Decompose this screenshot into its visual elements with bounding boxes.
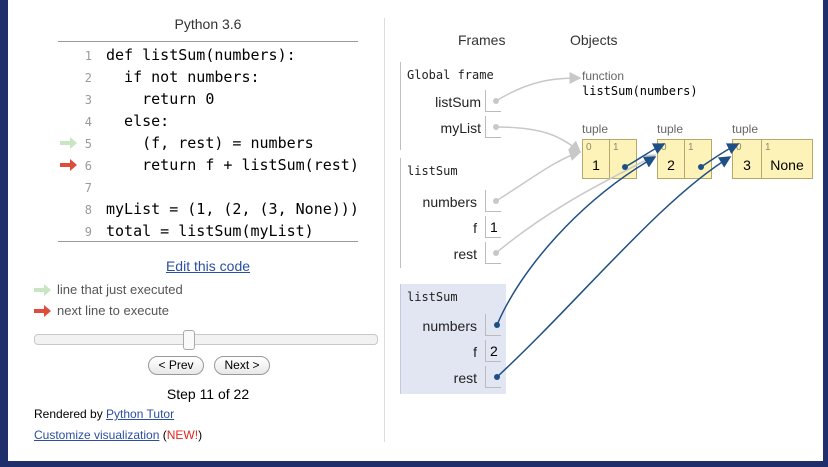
code-line-9: 9 total = listSum(myList) bbox=[58, 221, 358, 243]
code-line-3: 3 return 0 bbox=[58, 89, 358, 111]
code-line-4: 4 else: bbox=[58, 111, 358, 133]
var-value-numbers bbox=[485, 314, 501, 336]
code-bottom-divider bbox=[58, 241, 358, 242]
tuple-3-cell-1: 1 None bbox=[761, 139, 813, 179]
line-number: 4 bbox=[84, 115, 92, 129]
code-top-divider bbox=[58, 41, 358, 42]
var-name-myList: myList bbox=[440, 120, 481, 136]
code-line-8: 8 myList = (1, (2, (3, None))) bbox=[58, 199, 359, 221]
listsum-frame-1: listSum numbers f 1 rest bbox=[400, 158, 506, 268]
pointer-listSum-to-function bbox=[493, 72, 582, 104]
var-name-rest: rest bbox=[453, 370, 477, 386]
code-line-5: 5 (f, rest) = numbers bbox=[58, 133, 358, 155]
window-border-right bbox=[823, 0, 828, 467]
line-number: 7 bbox=[84, 181, 92, 195]
listsum-frame-1-title: listSum bbox=[407, 164, 458, 178]
var-name-f: f bbox=[473, 344, 477, 360]
var-value-f: 1 bbox=[485, 216, 501, 238]
pointer-frame2-numbers-to-tuple-2 bbox=[494, 156, 657, 328]
listsum-frame-2-title: listSum bbox=[407, 290, 458, 304]
line-number: 5 bbox=[84, 137, 92, 151]
panel-divider bbox=[384, 18, 385, 442]
var-name-numbers: numbers bbox=[422, 194, 477, 210]
index-label: 1 bbox=[613, 142, 619, 153]
var-value-numbers bbox=[485, 190, 501, 212]
index-label: 1 bbox=[688, 142, 694, 153]
objects-heading: Objects bbox=[570, 32, 618, 48]
customize-visualization-link[interactable]: Customize visualization bbox=[34, 428, 159, 442]
line-number: 8 bbox=[84, 203, 92, 217]
line-text: else: bbox=[106, 112, 170, 130]
tuple-1-cell-1: 1 bbox=[609, 139, 637, 179]
line-number: 9 bbox=[84, 225, 92, 239]
tuple-2-cell-0: 0 2 bbox=[657, 139, 685, 179]
step-slider[interactable] bbox=[34, 334, 378, 345]
tuple-3-type-label: tuple bbox=[732, 122, 759, 136]
line-number: 6 bbox=[84, 159, 92, 173]
pointer-myList-to-tuple-1 bbox=[493, 124, 582, 153]
language-title: Python 3.6 bbox=[174, 16, 242, 32]
python-tutor-link[interactable]: Python Tutor bbox=[106, 407, 174, 421]
code-line-2: 2 if not numbers: bbox=[58, 67, 358, 89]
tuple-2-cell-1: 1 bbox=[684, 139, 712, 179]
index-label: 1 bbox=[765, 142, 771, 153]
red-arrow-icon bbox=[34, 305, 51, 317]
cell-value: 1 bbox=[592, 157, 600, 173]
var-value-f: 2 bbox=[485, 340, 501, 362]
window-border-bottom bbox=[0, 461, 828, 467]
line-number: 2 bbox=[84, 71, 92, 85]
step-slider-thumb[interactable] bbox=[183, 330, 195, 350]
var-value-rest bbox=[485, 242, 501, 264]
pointer-frame1-numbers-to-tuple-1 bbox=[493, 149, 582, 204]
legend-next-line-label: next line to execute bbox=[57, 303, 170, 318]
frames-heading: Frames bbox=[458, 32, 506, 48]
line-number: 1 bbox=[84, 49, 92, 63]
tuple-3-cell-0: 0 3 bbox=[732, 139, 762, 179]
tuple-2-type-label: tuple bbox=[657, 122, 684, 136]
next-button[interactable]: Next > bbox=[214, 356, 270, 375]
function-signature: listSum(numbers) bbox=[582, 84, 698, 98]
line-text: (f, rest) = numbers bbox=[106, 134, 314, 152]
index-label: 0 bbox=[661, 142, 667, 153]
rendered-by-line: Rendered by Python Tutor bbox=[34, 407, 174, 421]
line-text: myList = (1, (2, (3, None))) bbox=[106, 200, 359, 218]
code-line-6: 6 return f + listSum(rest) bbox=[58, 155, 359, 177]
customize-line: Customize visualization (NEW!) bbox=[34, 428, 203, 442]
listsum-frame-2-active: listSum numbers f 2 rest bbox=[400, 284, 506, 394]
new-badge: NEW! bbox=[166, 428, 199, 442]
step-counter: Step 11 of 22 bbox=[166, 386, 250, 402]
line-text: if not numbers: bbox=[106, 68, 260, 86]
code-line-1: 1 def listSum(numbers): bbox=[58, 45, 358, 67]
window-border-left bbox=[0, 0, 8, 467]
var-name-numbers: numbers bbox=[422, 318, 477, 334]
green-arrow-icon bbox=[34, 284, 51, 296]
function-type-label: function bbox=[582, 69, 625, 83]
prev-button[interactable]: < Prev bbox=[148, 356, 204, 375]
var-value-listSum bbox=[485, 90, 501, 112]
edit-code-link[interactable]: Edit this code bbox=[58, 258, 358, 274]
global-frame-title: Global frame bbox=[407, 68, 494, 82]
var-name-rest: rest bbox=[453, 246, 477, 262]
var-value-myList bbox=[485, 116, 501, 138]
legend-just-executed-label: line that just executed bbox=[57, 282, 183, 297]
cell-value: 3 bbox=[743, 157, 751, 173]
var-value-rest bbox=[485, 366, 501, 388]
rendered-by-prefix: Rendered by bbox=[34, 407, 107, 421]
global-frame: Global frame listSum myList bbox=[400, 62, 506, 150]
line-text: return 0 bbox=[106, 90, 215, 108]
line-text: def listSum(numbers): bbox=[106, 46, 296, 64]
index-label: 0 bbox=[586, 142, 592, 153]
code-line-7: 7 bbox=[58, 177, 358, 199]
var-name-f: f bbox=[473, 220, 477, 236]
line-text: total = listSum(myList) bbox=[106, 222, 314, 240]
line-text: return f + listSum(rest) bbox=[106, 156, 359, 174]
line-number: 3 bbox=[84, 93, 92, 107]
cell-value: None bbox=[770, 157, 804, 173]
tuple-1-type-label: tuple bbox=[582, 122, 609, 136]
tuple-1-cell-0: 0 1 bbox=[582, 139, 610, 179]
cell-value: 2 bbox=[667, 157, 675, 173]
pointer-frame2-rest-to-tuple-3 bbox=[494, 156, 732, 380]
index-label: 0 bbox=[736, 142, 742, 153]
var-name-listSum: listSum bbox=[435, 94, 481, 110]
